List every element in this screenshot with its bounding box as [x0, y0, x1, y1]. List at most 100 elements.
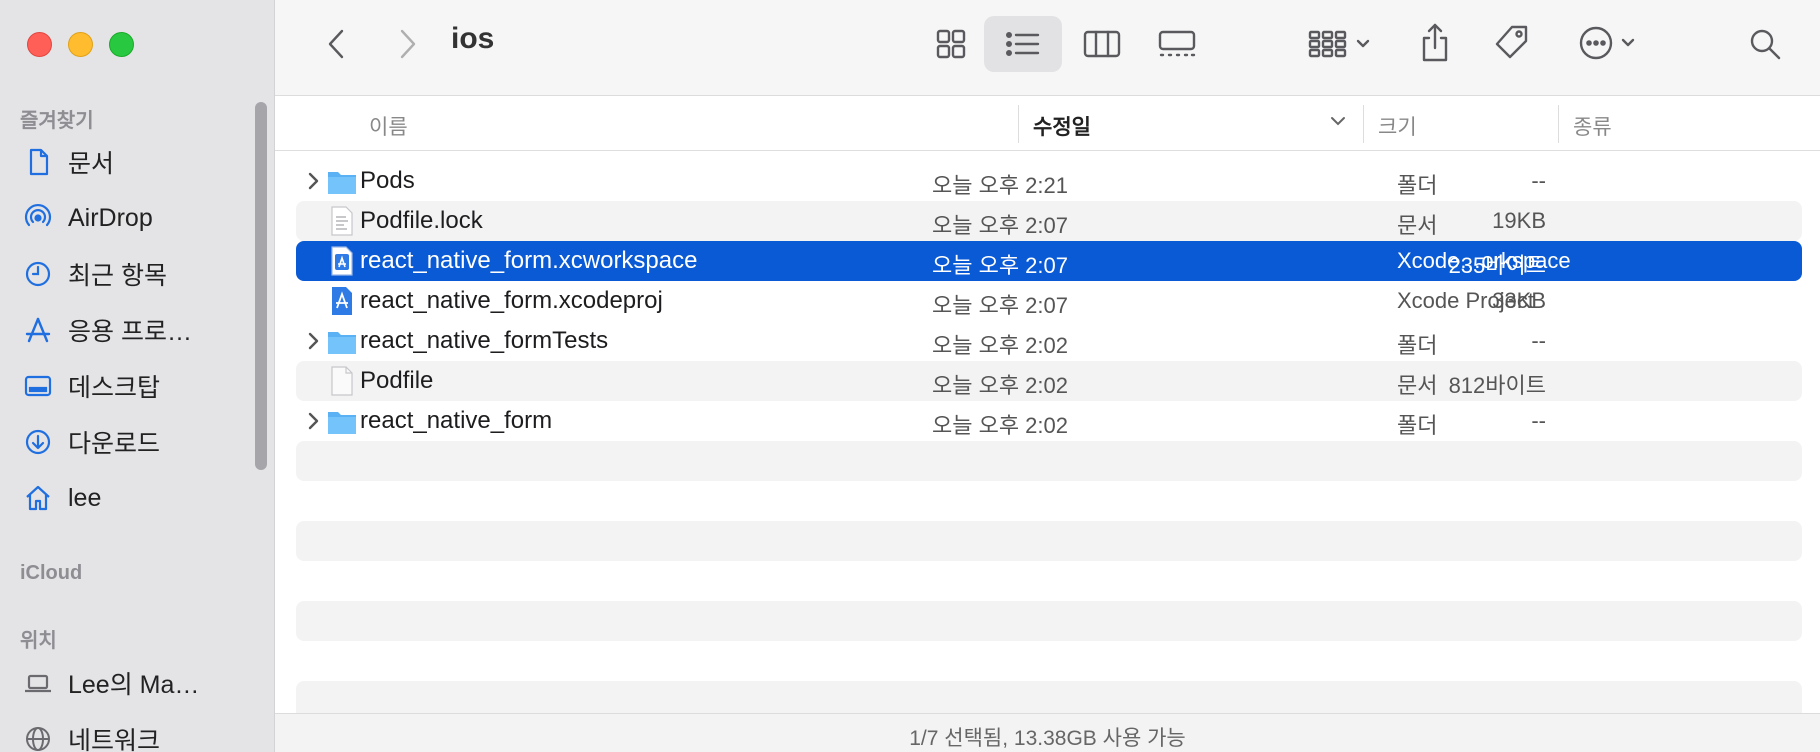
file-row-podfile[interactable]: Podfile 오늘 오후 2:02 812바이트 문서: [296, 361, 1802, 401]
applications-icon: [22, 314, 54, 346]
file-kind: 문서: [1397, 373, 1438, 398]
desktop-icon: [22, 370, 54, 402]
file-kind: Xcode Project: [1397, 288, 1534, 313]
laptop-icon: [22, 667, 54, 699]
group-button[interactable]: [1305, 22, 1379, 66]
sidebar-item-mac[interactable]: Lee의 Ma…: [22, 661, 252, 705]
share-button[interactable]: [1413, 18, 1457, 68]
sidebar: 즐겨찾기 문서 AirDrop 최근 항목 응용 프로… 데스크탑 다운로드 l…: [0, 0, 275, 752]
list-view-icon: [1001, 22, 1045, 66]
sidebar-item-label: 최근 항목: [68, 262, 167, 290]
sidebar-item-applications[interactable]: 응용 프로…: [22, 308, 252, 352]
sidebar-item-airdrop[interactable]: AirDrop: [22, 196, 252, 240]
file-name: react_native_formTests: [360, 327, 609, 354]
column-view-button[interactable]: [1080, 22, 1124, 66]
tag-button[interactable]: [1488, 20, 1534, 66]
file-date: 오늘 오후 2:02: [932, 373, 1069, 398]
column-date-header[interactable]: 수정일: [1033, 111, 1091, 141]
empty-row: [296, 641, 1802, 681]
file-row-pods[interactable]: Pods 오늘 오후 2:21 -- 폴더: [296, 161, 1802, 201]
file-kind: 문서: [1397, 213, 1438, 238]
icloud-section-label: iCloud: [20, 562, 83, 584]
column-name-header[interactable]: 이름: [369, 111, 408, 141]
icon-view-button[interactable]: [929, 22, 973, 66]
disclosure-chevron-icon[interactable]: [303, 329, 323, 353]
folder-icon: [327, 325, 357, 357]
file-date: 오늘 오후 2:21: [932, 173, 1069, 198]
favorites-section-label: 즐겨찾기: [20, 110, 94, 132]
file-name: react_native_form.xcworkspace: [360, 247, 698, 274]
disclosure-chevron-icon[interactable]: [303, 169, 323, 193]
window-controls: [27, 32, 134, 57]
status-bar: 1/7 선택됨, 13.38GB 사용 가능: [275, 713, 1820, 752]
file-size: --: [1531, 408, 1546, 433]
file-kind: 폴더: [1397, 413, 1438, 438]
sidebar-item-downloads[interactable]: 다운로드: [22, 420, 252, 464]
locations-section-label: 위치: [20, 630, 57, 652]
column-header: 이름 수정일 크기 종류: [275, 97, 1820, 151]
sidebar-item-desktop[interactable]: 데스크탑: [22, 364, 252, 408]
empty-row: [296, 521, 1802, 561]
file-date: 오늘 오후 2:07: [932, 253, 1069, 278]
search-button[interactable]: [1743, 22, 1787, 66]
document-icon: [22, 146, 54, 178]
empty-row: [296, 601, 1802, 641]
sidebar-item-network[interactable]: 네트워크: [22, 717, 252, 752]
file-name: Podfile.lock: [360, 207, 483, 234]
file-row-xcodeproj[interactable]: react_native_form.xcodeproj 오늘 오후 2:07 3…: [296, 281, 1802, 321]
sidebar-item-label: 데스크탑: [68, 374, 161, 402]
sidebar-item-label: 네트워크: [68, 727, 161, 752]
sidebar-item-home[interactable]: lee: [22, 476, 252, 520]
back-button[interactable]: [317, 22, 357, 66]
column-divider[interactable]: [1018, 105, 1019, 143]
file-name: Pods: [360, 167, 415, 194]
sidebar-item-label: lee: [68, 483, 102, 512]
file-name: Podfile: [360, 367, 434, 394]
text-document-icon: [327, 205, 357, 237]
status-text: 1/7 선택됨, 13.38GB 사용 가능: [909, 727, 1186, 750]
window-title: ios: [451, 22, 495, 55]
xcode-project-icon: [327, 285, 357, 317]
file-size: --: [1531, 168, 1546, 193]
sidebar-item-label: 응용 프로…: [68, 318, 192, 346]
file-size: --: [1531, 328, 1546, 353]
sidebar-item-label: 다운로드: [68, 430, 161, 458]
file-row-react-native-form[interactable]: react_native_form 오늘 오후 2:02 -- 폴더: [296, 401, 1802, 441]
file-kind: 폴더: [1397, 333, 1438, 358]
column-kind-header[interactable]: 종류: [1573, 111, 1612, 141]
airdrop-icon: [22, 202, 54, 234]
home-icon: [22, 482, 54, 514]
column-divider[interactable]: [1363, 105, 1364, 143]
forward-button[interactable]: [387, 22, 427, 66]
file-name: react_native_form.xcodeproj: [360, 287, 663, 314]
column-size-header[interactable]: 크기: [1378, 111, 1417, 141]
disclosure-chevron-icon[interactable]: [303, 409, 323, 433]
file-date: 오늘 오후 2:07: [932, 213, 1069, 238]
main-pane: ios 이름 수정일 크기 종류 Pods 오늘 오후 2:21 -- 폴더 P…: [275, 0, 1820, 752]
file-row-formtests[interactable]: react_native_formTests 오늘 오후 2:02 -- 폴더: [296, 321, 1802, 361]
sort-chevron-icon[interactable]: [1328, 111, 1348, 137]
xcode-workspace-icon: [327, 245, 357, 277]
file-row-podfile-lock[interactable]: Podfile.lock 오늘 오후 2:07 19KB 문서: [296, 201, 1802, 241]
sidebar-item-label: 문서: [68, 150, 115, 178]
sidebar-item-label: AirDrop: [68, 203, 153, 232]
sidebar-item-label: Lee의 Ma…: [68, 671, 200, 699]
file-date: 오늘 오후 2:02: [932, 333, 1069, 358]
sidebar-item-recents[interactable]: 최근 항목: [22, 252, 252, 296]
empty-row: [296, 441, 1802, 481]
network-icon: [22, 723, 54, 752]
toolbar: ios: [275, 0, 1820, 96]
file-name: react_native_form: [360, 407, 553, 434]
close-button[interactable]: [27, 32, 52, 57]
finder-window: 즐겨찾기 문서 AirDrop 최근 항목 응용 프로… 데스크탑 다운로드 l…: [0, 0, 1820, 752]
column-divider[interactable]: [1558, 105, 1559, 143]
file-list: Pods 오늘 오후 2:21 -- 폴더 Podfile.lock 오늘 오후…: [296, 161, 1802, 721]
file-row-xcworkspace[interactable]: react_native_form.xcworkspace 오늘 오후 2:07…: [296, 241, 1802, 281]
sidebar-item-documents[interactable]: 문서: [22, 140, 252, 184]
file-date: 오늘 오후 2:02: [932, 413, 1069, 438]
more-actions-button[interactable]: [1575, 20, 1649, 66]
sidebar-scrollbar[interactable]: [255, 102, 267, 470]
gallery-view-button[interactable]: [1155, 22, 1199, 66]
minimize-button[interactable]: [68, 32, 93, 57]
zoom-button[interactable]: [109, 32, 134, 57]
